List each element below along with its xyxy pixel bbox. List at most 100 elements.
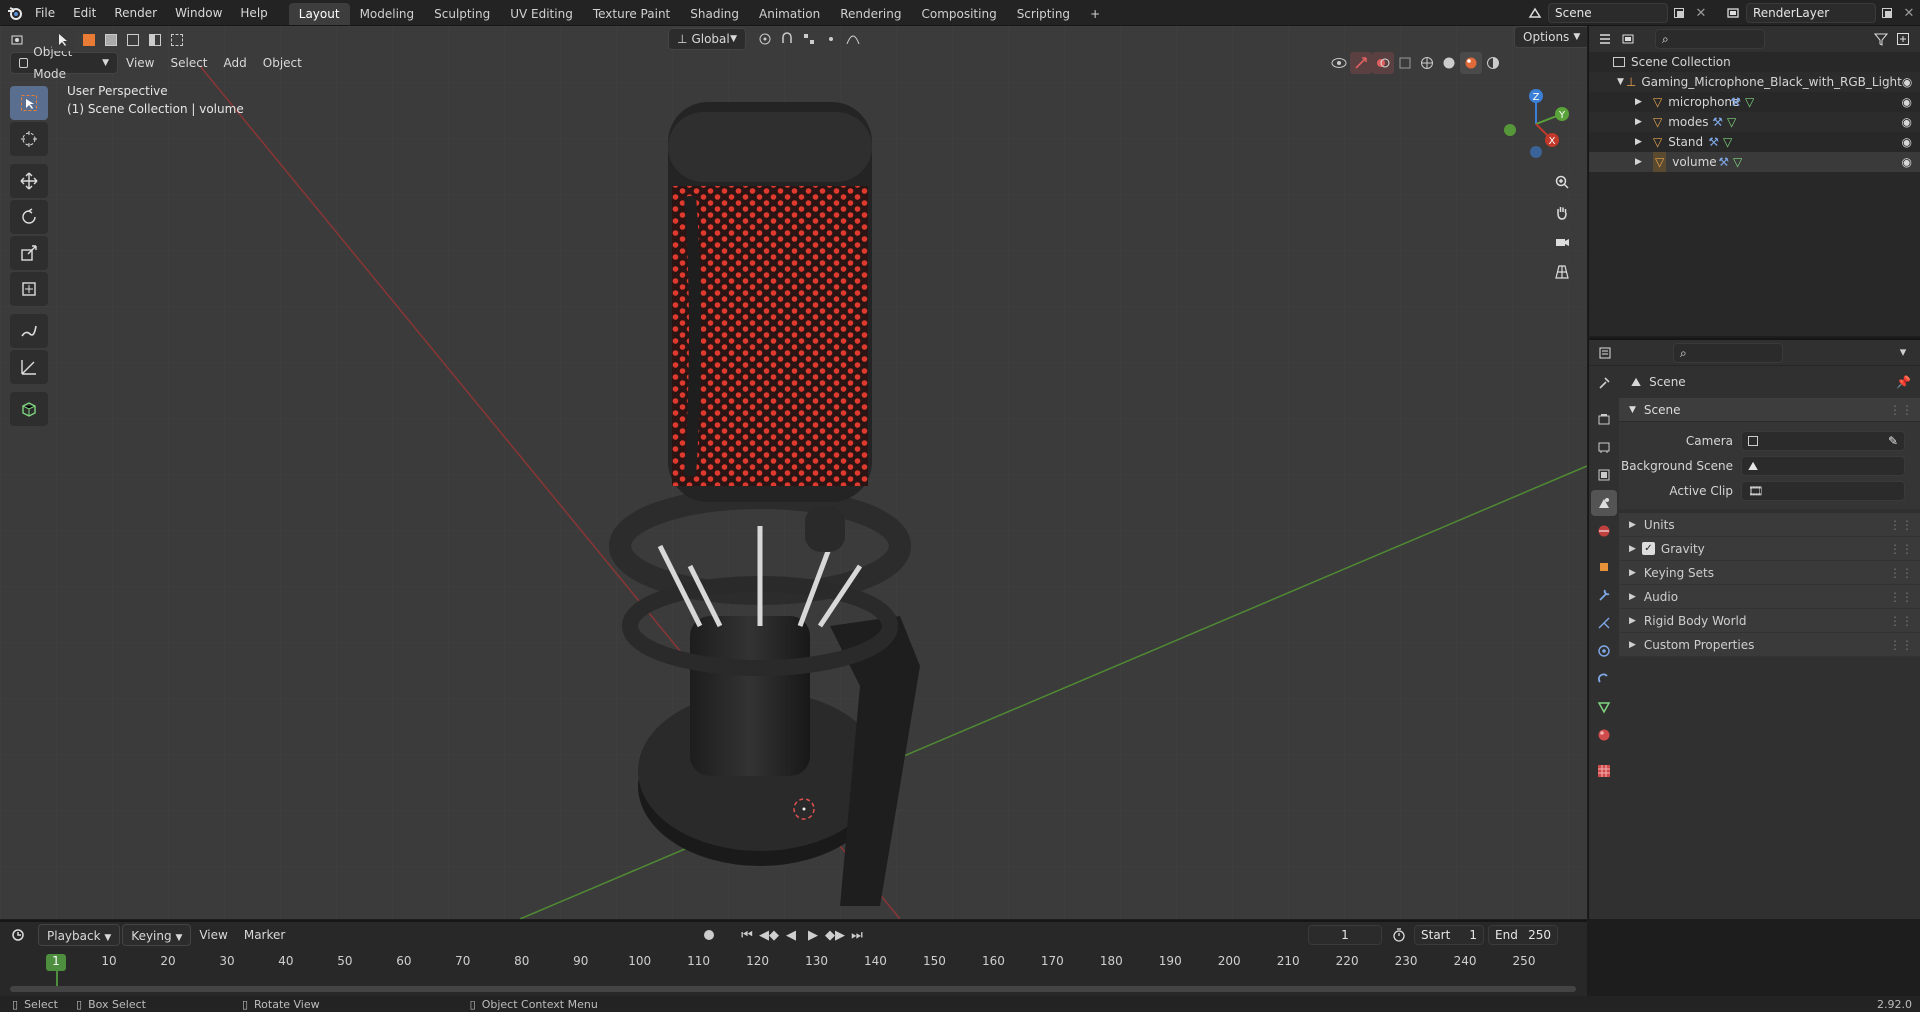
overlay-toggle-icon[interactable] <box>1372 52 1394 74</box>
constraints-tab-icon[interactable] <box>1591 666 1617 692</box>
menu-add[interactable]: Add <box>216 52 255 74</box>
tab-sculpting[interactable]: Sculpting <box>424 3 500 25</box>
rigid-body-world-panel-header[interactable]: ▶ Rigid Body World ⋮⋮ <box>1619 609 1920 633</box>
expand-right-icon[interactable]: ▶ <box>1635 152 1647 172</box>
drag-handle-icon[interactable]: ⋮⋮ <box>1889 561 1913 585</box>
proportional-edit-icon[interactable] <box>820 28 842 50</box>
select-tool-icon[interactable] <box>52 29 74 51</box>
editor-type-icon[interactable] <box>8 29 30 51</box>
navigation-gizmo[interactable]: Z Y X <box>1496 84 1576 164</box>
modifier-tab-icon[interactable] <box>1591 582 1617 608</box>
outliner-scene-collection[interactable]: Scene Collection <box>1589 52 1920 72</box>
pan-hand-icon[interactable] <box>1548 198 1576 226</box>
annotate-tool[interactable] <box>10 314 48 348</box>
tab-layout[interactable]: Layout <box>288 2 350 25</box>
scene-name-field[interactable]: Scene <box>1548 3 1668 23</box>
physics-tab-icon[interactable] <box>1591 638 1617 664</box>
active-clip-field[interactable]: 🎞 <box>1741 480 1905 501</box>
display-mode-icon[interactable] <box>1617 28 1639 50</box>
outliner-object-volume[interactable]: ▶ ▽ volume ⚒ ▽ ◉ <box>1589 152 1920 172</box>
options-dropdown[interactable]: Options ▼ <box>1514 26 1587 48</box>
shading-rendered-icon[interactable] <box>1482 52 1504 74</box>
select-invert-icon[interactable] <box>144 29 166 51</box>
eye-icon[interactable]: ◉ <box>1902 152 1912 172</box>
tab-modeling[interactable]: Modeling <box>350 3 425 25</box>
timeline-scrollbar[interactable] <box>10 986 1576 992</box>
particles-tab-icon[interactable] <box>1591 610 1617 636</box>
gravity-checkbox[interactable]: ✓ <box>1641 542 1655 555</box>
menu-view[interactable]: View <box>118 52 162 74</box>
custom-properties-panel-header[interactable]: ▶ Custom Properties ⋮⋮ <box>1619 633 1920 657</box>
expand-down-icon[interactable]: ▼ <box>1617 72 1624 92</box>
outliner-collection-row[interactable]: ▼ ⊥ Gaming_Microphone_Black_with_RGB_Lig… <box>1589 72 1920 92</box>
texture-tab-icon[interactable] <box>1591 758 1617 784</box>
tab-texture-paint[interactable]: Texture Paint <box>583 3 680 25</box>
add-cube-tool[interactable] <box>10 392 48 426</box>
filter-icon[interactable] <box>1870 28 1892 50</box>
ortho-toggle-icon[interactable] <box>1548 258 1576 286</box>
eye-icon[interactable]: ◉ <box>1902 132 1912 152</box>
background-scene-field[interactable]: ⛰ <box>1741 455 1905 476</box>
select-extend-icon[interactable] <box>100 29 122 51</box>
menu-help[interactable]: Help <box>231 0 276 26</box>
gravity-panel-header[interactable]: ▶ ✓ Gravity ⋮⋮ <box>1619 537 1920 561</box>
eyedropper-icon[interactable]: ✎ <box>1888 432 1898 450</box>
falloff-icon[interactable] <box>842 28 864 50</box>
data-tab-icon[interactable] <box>1591 694 1617 720</box>
drag-handle-icon[interactable]: ⋮⋮ <box>1889 513 1913 537</box>
tab-animation[interactable]: Animation <box>749 3 830 25</box>
world-tab-icon[interactable] <box>1591 518 1617 544</box>
menu-edit[interactable]: Edit <box>64 0 105 26</box>
move-tool[interactable] <box>10 164 48 198</box>
cursor-tool[interactable] <box>10 122 48 156</box>
pin-icon[interactable]: 📌 <box>1896 375 1911 389</box>
eye-icon[interactable]: ◉ <box>1902 72 1912 92</box>
audio-panel-header[interactable]: ▶ Audio ⋮⋮ <box>1619 585 1920 609</box>
drag-handle-icon[interactable]: ⋮⋮ <box>1889 398 1913 422</box>
tab-shading[interactable]: Shading <box>680 3 749 25</box>
expand-right-icon[interactable]: ▶ <box>1635 112 1647 132</box>
menu-render[interactable]: Render <box>105 0 166 26</box>
object-tab-icon[interactable] <box>1591 554 1617 580</box>
scene-panel-header[interactable]: ▼ Scene ⋮⋮ <box>1619 398 1920 422</box>
menu-file[interactable]: File <box>26 0 64 26</box>
gizmo-toggle-icon[interactable] <box>1350 52 1372 74</box>
snap-target-icon[interactable] <box>798 28 820 50</box>
camera-view-icon[interactable] <box>1548 228 1576 256</box>
visibility-icon[interactable] <box>1328 52 1350 74</box>
units-panel-header[interactable]: ▶ Units ⋮⋮ <box>1619 513 1920 537</box>
rotate-tool[interactable] <box>10 200 48 234</box>
eye-icon[interactable]: ◉ <box>1902 112 1912 132</box>
timeline-ruler[interactable]: 1 10 20 30 40 50 60 70 80 90 100 110 120 130 140 150 160… <box>0 922 1587 996</box>
select-subtract-icon[interactable] <box>122 29 144 51</box>
output-tab-icon[interactable] <box>1591 434 1617 460</box>
expand-right-icon[interactable]: ▶ <box>1635 132 1647 152</box>
outliner-editor-icon[interactable] <box>1595 28 1617 50</box>
properties-editor-icon[interactable] <box>1595 342 1617 364</box>
drag-handle-icon[interactable]: ⋮⋮ <box>1889 585 1913 609</box>
drag-handle-icon[interactable]: ⋮⋮ <box>1889 537 1913 561</box>
new-scene-icon[interactable] <box>1668 2 1690 24</box>
object-mode-dropdown[interactable]: Object Mode ▼ <box>10 45 118 81</box>
scene-tab-icon[interactable] <box>1591 490 1617 516</box>
outliner-object-stand[interactable]: ▶ ▽ Stand ⚒ ▽ ◉ <box>1589 132 1920 152</box>
select-intersect-icon[interactable] <box>166 29 188 51</box>
keying-sets-panel-header[interactable]: ▶ Keying Sets ⋮⋮ <box>1619 561 1920 585</box>
delete-view-layer-icon[interactable]: ✕ <box>1898 2 1920 24</box>
add-workspace-button[interactable]: + <box>1080 3 1110 25</box>
3d-viewport[interactable]: Object Mode ▼ View Select Add Object ⊥ G… <box>0 26 1587 919</box>
outliner-search-input[interactable]: ⌕ <box>1655 29 1765 49</box>
shading-wireframe-icon[interactable] <box>1416 52 1438 74</box>
new-collection-icon[interactable] <box>1892 28 1914 50</box>
outliner-object-modes[interactable]: ▶ ▽ modes ⚒ ▽ ◉ <box>1589 112 1920 132</box>
scene-icon[interactable] <box>1524 2 1546 24</box>
view-layer-icon[interactable] <box>1722 2 1744 24</box>
tab-rendering[interactable]: Rendering <box>830 3 911 25</box>
render-tab-icon[interactable] <box>1591 406 1617 432</box>
delete-scene-icon[interactable]: ✕ <box>1690 2 1712 24</box>
measure-tool[interactable] <box>10 350 48 384</box>
tab-scripting[interactable]: Scripting <box>1007 3 1080 25</box>
material-tab-icon[interactable] <box>1591 722 1617 748</box>
eye-icon[interactable]: ◉ <box>1902 92 1912 112</box>
select-box-tool[interactable] <box>10 86 48 120</box>
